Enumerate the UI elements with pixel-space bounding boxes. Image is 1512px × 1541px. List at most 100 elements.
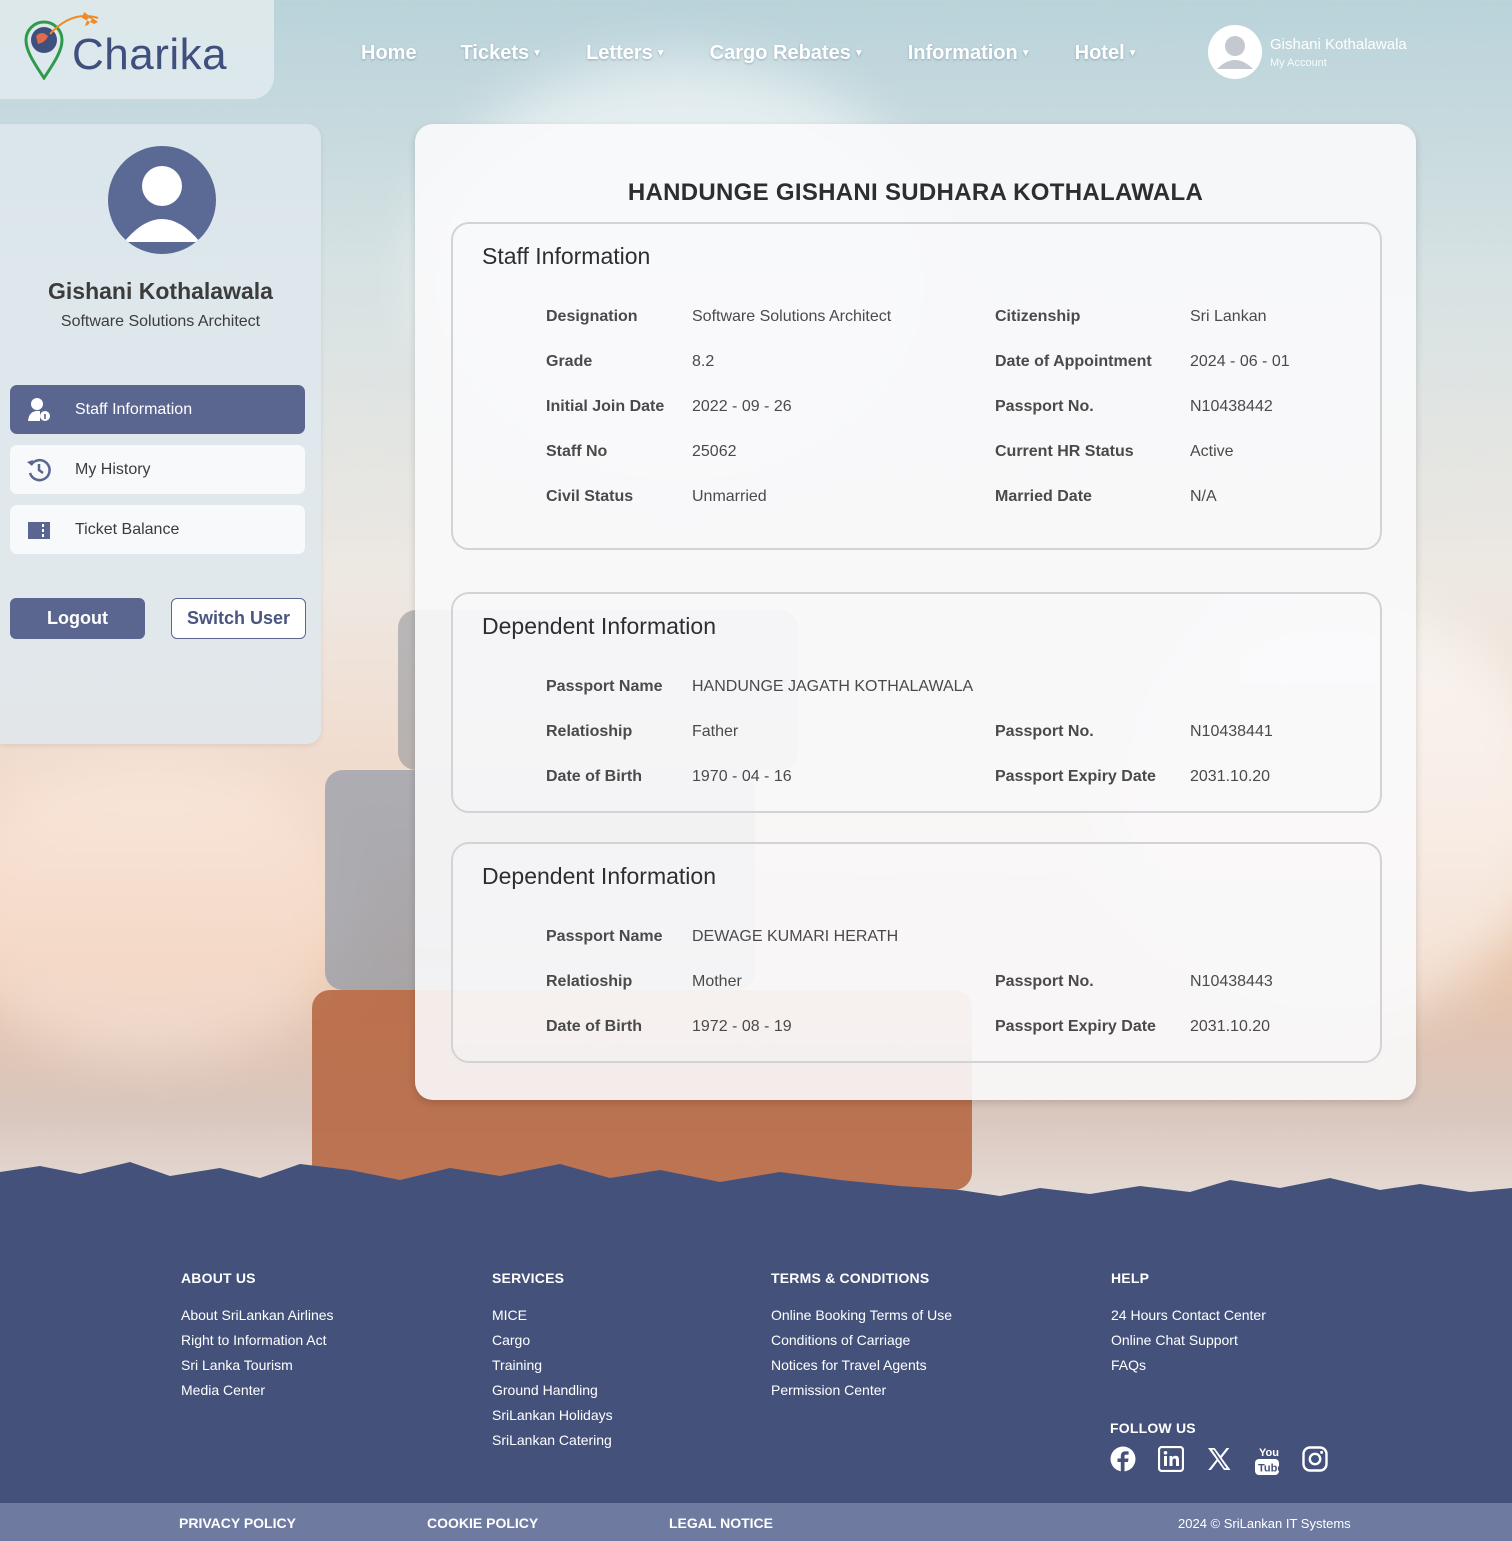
field-value: 25062 (692, 443, 737, 460)
footer-heading: ABOUT US (181, 1270, 256, 1286)
footer-link[interactable]: Sri Lanka Tourism (181, 1357, 334, 1373)
footer-link[interactable]: MICE (492, 1307, 613, 1323)
user-info-icon (28, 398, 50, 421)
footer-link[interactable]: Media Center (181, 1382, 334, 1398)
footer-link[interactable]: FAQs (1111, 1357, 1266, 1373)
nav-information[interactable]: Information ▼ (908, 42, 1031, 65)
field-value: 2024 - 06 - 01 (1190, 353, 1290, 370)
privacy-policy-link[interactable]: PRIVACY POLICY (179, 1515, 296, 1531)
profile-role: Software Solutions Architect (60, 313, 261, 330)
nav-label: Hotel (1074, 42, 1125, 64)
field-label: Date of Birth (546, 1018, 642, 1035)
field-label: Current HR Status (995, 443, 1134, 460)
footer-heading: SERVICES (492, 1270, 565, 1286)
nav-label: Cargo Rebates (709, 42, 851, 64)
caret-down-icon: ▼ (655, 48, 666, 59)
field-label: Civil Status (546, 488, 634, 505)
footer-link[interactable]: Cargo (492, 1332, 613, 1348)
sidebar-item-label: My History (75, 460, 151, 478)
field-label: Married Date (995, 488, 1092, 505)
field-label: Passport Name (546, 928, 663, 945)
field-value: Father (692, 723, 739, 740)
profile-avatar-icon (108, 146, 216, 254)
footer-torn-edge (0, 1162, 1512, 1220)
footer-link[interactable]: Notices for Travel Agents (771, 1357, 952, 1373)
field-value: N/A (1190, 488, 1217, 505)
svg-text:You: You (1259, 1447, 1279, 1459)
legal-notice-link[interactable]: LEGAL NOTICE (669, 1515, 773, 1531)
nav-hotel[interactable]: Hotel ▼ (1075, 42, 1138, 65)
field-label: Relatioship (546, 973, 633, 990)
sidebar: Gishani Kothalawala Software Solutions A… (0, 124, 321, 744)
account-name: Gishani Kothalawala (1270, 35, 1407, 53)
nav-cargo-rebates[interactable]: Cargo Rebates ▼ (710, 42, 864, 65)
footer-link[interactable]: Online Chat Support (1111, 1332, 1266, 1348)
field-label: Passport No. (995, 398, 1094, 415)
field-value: HANDUNGE JAGATH KOTHALAWALA (692, 678, 974, 695)
main-nav: Home Tickets ▼ Letters ▼ Cargo Rebates ▼ In… (361, 42, 1182, 65)
field-value: 8.2 (692, 353, 715, 370)
field-value: Software Solutions Architect (692, 308, 892, 325)
nav-letters[interactable]: Letters ▼ (586, 42, 666, 65)
logout-button[interactable]: Logout (10, 598, 145, 639)
logo-text: Charika (72, 30, 228, 79)
nav-label: Letters (586, 42, 653, 64)
field-value: N10438443 (1190, 973, 1273, 990)
x-icon[interactable] (1206, 1446, 1232, 1472)
field-value: N10438441 (1190, 723, 1273, 740)
nav-label: Information (907, 42, 1018, 64)
sidebar-item-ticket-balance[interactable]: Ticket Balance (10, 505, 305, 554)
footer-link[interactable]: About SriLankan Airlines (181, 1307, 334, 1323)
footer-link[interactable]: SriLankan Holidays (492, 1407, 613, 1423)
youtube-icon[interactable]: You Tube (1254, 1446, 1283, 1475)
field-label: Citizenship (995, 308, 1081, 325)
dependent-information-section: Dependent Information Passport Name DEWA… (451, 842, 1382, 1063)
field-label: Passport No. (995, 973, 1094, 990)
linkedin-icon[interactable] (1157, 1445, 1185, 1473)
field-label: Designation (546, 308, 638, 325)
facebook-icon[interactable] (1110, 1446, 1136, 1472)
field-value: N10438442 (1190, 398, 1273, 415)
nav-label: Tickets (460, 42, 530, 64)
section-title: Dependent Information (482, 863, 716, 889)
field-label: Passport Expiry Date (995, 1018, 1156, 1035)
history-icon (27, 458, 51, 482)
account-avatar-icon (1208, 25, 1262, 79)
footer-link[interactable]: Conditions of Carriage (771, 1332, 952, 1348)
caret-down-icon: ▼ (532, 48, 543, 59)
page-title: HANDUNGE GISHANI SUDHARA KOTHALAWALA (627, 179, 1204, 206)
footer-link[interactable]: Right to Information Act (181, 1332, 334, 1348)
field-value: Active (1190, 443, 1234, 460)
nav-home[interactable]: Home (361, 42, 417, 65)
field-value: DEWAGE KUMARI HERATH (692, 928, 899, 945)
field-label: Date of Appointment (995, 353, 1152, 370)
field-label: Passport Name (546, 678, 663, 695)
field-value: Mother (692, 973, 742, 990)
footer-link[interactable]: Permission Center (771, 1382, 952, 1398)
sidebar-item-staff-information[interactable]: Staff Information (10, 385, 305, 434)
sidebar-item-my-history[interactable]: My History (10, 445, 305, 494)
account-menu[interactable]: Gishani Kothalawala My Account (1208, 25, 1407, 79)
caret-down-icon: ▼ (1020, 48, 1031, 59)
footer-link[interactable]: Online Booking Terms of Use (771, 1307, 952, 1323)
footer-link[interactable]: Training (492, 1357, 613, 1373)
footer-bottom-bar: PRIVACY POLICY COOKIE POLICY LEGAL NOTIC… (0, 1503, 1512, 1541)
dependent-information-section: Dependent Information Passport Name HAND… (451, 592, 1382, 813)
instagram-icon[interactable] (1302, 1446, 1328, 1472)
nav-tickets[interactable]: Tickets ▼ (461, 42, 542, 65)
sidebar-item-label: Staff Information (75, 400, 193, 418)
caret-down-icon: ▼ (1127, 48, 1138, 59)
logo[interactable]: Charika (0, 0, 274, 99)
copyright: 2024 © SriLankan IT Systems (1178, 1516, 1351, 1531)
cookie-policy-link[interactable]: COOKIE POLICY (427, 1515, 538, 1531)
footer-help: HELP 24 Hours Contact Center Online Chat… (1111, 1270, 1266, 1382)
footer-link[interactable]: Ground Handling (492, 1382, 613, 1398)
footer-link[interactable]: SriLankan Catering (492, 1432, 613, 1448)
caret-down-icon: ▼ (853, 48, 864, 59)
footer-link[interactable]: 24 Hours Contact Center (1111, 1307, 1266, 1323)
switch-user-button[interactable]: Switch User (171, 598, 306, 639)
field-value: 2031.10.20 (1190, 1018, 1271, 1035)
section-title: Dependent Information (482, 613, 716, 639)
field-value: Sri Lankan (1190, 308, 1267, 325)
section-title: Staff Information (482, 243, 651, 269)
